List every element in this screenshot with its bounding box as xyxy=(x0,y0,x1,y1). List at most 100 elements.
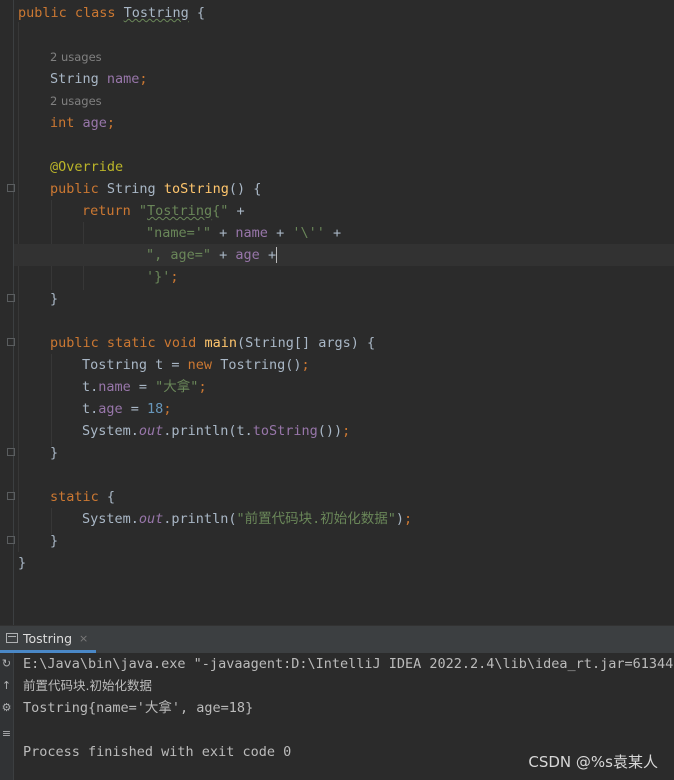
string: '\'' xyxy=(292,225,325,241)
code-text: System. xyxy=(82,511,139,527)
settings-icon[interactable]: ⚙ xyxy=(0,701,13,715)
field: name xyxy=(98,379,131,395)
watermark: CSDN @%s袁某人 xyxy=(528,753,658,771)
fold-marker-icon[interactable] xyxy=(7,338,15,346)
fold-marker-icon[interactable] xyxy=(7,492,15,500)
code-text: t. xyxy=(82,379,99,395)
code-line[interactable]: public static void main(String[] args) { xyxy=(50,332,375,354)
semicolon: ; xyxy=(106,115,116,131)
string: '}' xyxy=(146,269,171,285)
rerun-icon[interactable]: ↻ xyxy=(0,657,13,671)
text-caret xyxy=(276,247,278,263)
operator: = xyxy=(130,379,156,395)
up-icon[interactable]: ↑ xyxy=(0,679,13,693)
code-line[interactable]: static { xyxy=(50,486,115,508)
close-icon[interactable]: × xyxy=(79,632,88,645)
operator: + xyxy=(259,247,277,263)
code-line[interactable]: public String toString() { xyxy=(50,178,261,200)
code-line[interactable]: } xyxy=(50,288,58,310)
semicolon: ; xyxy=(301,357,310,373)
editor-gutter xyxy=(13,0,14,625)
code-line[interactable]: System.out.println(t.toString()); xyxy=(82,420,350,442)
code-line[interactable]: int age; xyxy=(50,112,115,134)
code-text: () { xyxy=(228,181,262,197)
code-editor[interactable]: public class Tostring { 2 usages String … xyxy=(0,0,674,625)
semicolon: ; xyxy=(139,71,148,87)
operator: + xyxy=(211,247,236,263)
code-text: (String[] args) { xyxy=(236,335,376,351)
code-line[interactable]: return "Tostring{" + xyxy=(82,200,245,222)
keyword: public static void xyxy=(50,335,205,351)
brace: { xyxy=(188,5,205,21)
usages-hint[interactable]: 2 usages xyxy=(50,46,102,68)
code-text: Tostring() xyxy=(220,357,302,373)
static-field: out xyxy=(138,511,164,527)
code-line[interactable]: public class Tostring { xyxy=(18,2,205,24)
run-console[interactable]: ↻ ↑ ⚙ ≡ E:\Java\bin\java.exe "-javaagent… xyxy=(0,653,674,780)
type: String xyxy=(106,181,164,197)
run-tab[interactable]: Tostring × xyxy=(0,626,97,653)
code-line[interactable]: Tostring t = new Tostring(); xyxy=(82,354,310,376)
keyword: new xyxy=(187,357,221,373)
string: " xyxy=(138,203,148,219)
code-text: .println(t. xyxy=(163,423,253,439)
fold-marker-icon[interactable] xyxy=(7,448,15,456)
field: name xyxy=(106,71,140,87)
code-line[interactable]: } xyxy=(50,442,58,464)
semicolon: ; xyxy=(198,379,207,395)
indent-guide xyxy=(51,354,52,446)
keyword: static xyxy=(50,489,99,505)
console-line: Process finished with exit code 0 xyxy=(23,744,292,760)
fold-marker-icon[interactable] xyxy=(7,294,15,302)
operator: + xyxy=(211,225,236,241)
semicolon: ; xyxy=(170,269,179,285)
soft-wrap-icon[interactable]: ≡ xyxy=(0,727,13,741)
field: age xyxy=(235,247,260,263)
code-text: System. xyxy=(82,423,139,439)
string: Tostring xyxy=(147,203,213,219)
method-name: main xyxy=(204,335,237,351)
code-line[interactable]: "name='" + name + '\'' + xyxy=(146,222,341,244)
code-line[interactable]: } xyxy=(50,530,58,552)
method-name: toString xyxy=(163,181,229,197)
brace: { xyxy=(98,489,116,505)
usages-hint[interactable]: 2 usages xyxy=(50,90,102,112)
string: "前置代码块.初始化数据" xyxy=(236,511,396,527)
run-tab-label: Tostring xyxy=(23,630,73,646)
fold-marker-icon[interactable] xyxy=(7,184,15,192)
code-line[interactable]: t.age = 18; xyxy=(82,398,171,420)
operator: = xyxy=(122,401,148,417)
code-line[interactable]: System.out.println("前置代码块.初始化数据"); xyxy=(82,508,412,530)
string: "name='" xyxy=(146,225,212,241)
code-line[interactable]: ", age=" + age + xyxy=(146,244,278,266)
operator: + xyxy=(267,225,293,241)
code-line[interactable]: } xyxy=(18,552,26,574)
keyword: public class xyxy=(18,5,124,21)
code-line[interactable]: t.name = "大拿"; xyxy=(82,376,207,398)
console-line: Tostring{name='大拿', age=18} xyxy=(23,700,254,716)
code-text: .println( xyxy=(163,511,237,527)
console-line: 前置代码块.初始化数据 xyxy=(23,678,152,693)
console-icon xyxy=(6,633,18,643)
code-line[interactable]: '}'; xyxy=(146,266,179,288)
field: age xyxy=(98,401,123,417)
field: age xyxy=(82,115,107,131)
static-field: out xyxy=(138,423,164,439)
field: name xyxy=(235,225,268,241)
operator: + xyxy=(324,225,342,241)
keyword: public xyxy=(50,181,107,197)
semicolon: ; xyxy=(342,423,351,439)
code-line[interactable]: String name; xyxy=(50,68,148,90)
semicolon: ; xyxy=(403,511,413,527)
console-toolbar: ↻ ↑ ⚙ ≡ xyxy=(0,653,14,780)
fold-marker-icon[interactable] xyxy=(7,536,15,544)
semicolon: ; xyxy=(163,401,172,417)
annotation[interactable]: @Override xyxy=(50,156,123,178)
number: 18 xyxy=(147,401,164,417)
keyword: return xyxy=(82,203,139,219)
string: {" xyxy=(212,203,229,219)
code-text: Tostring t = xyxy=(82,357,188,373)
indent-guide xyxy=(18,22,19,552)
run-tool-window-header: Tostring × xyxy=(0,625,674,653)
code-text: t. xyxy=(82,401,99,417)
